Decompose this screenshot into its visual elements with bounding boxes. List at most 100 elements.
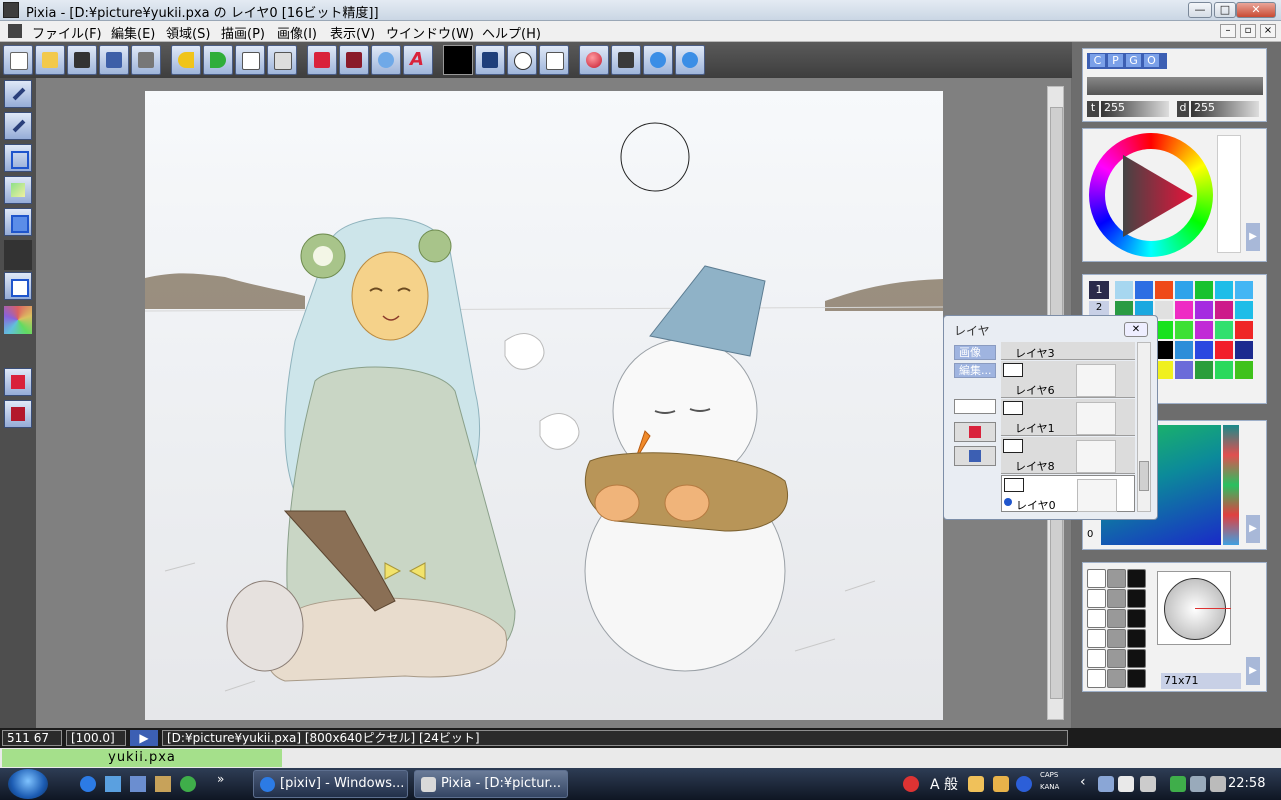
brush-shape-icon[interactable] xyxy=(1127,629,1146,648)
layer-image-button[interactable]: 画像 xyxy=(954,345,996,360)
color-swatch[interactable] xyxy=(1215,341,1233,359)
image-button[interactable] xyxy=(475,45,505,75)
brush-shape-icon[interactable] xyxy=(1107,609,1126,628)
task-pixia[interactable]: Pixia - [D:¥pictur... xyxy=(414,770,568,798)
menu-image[interactable]: 画像(I) xyxy=(277,23,317,42)
color-swatch[interactable] xyxy=(1155,281,1173,299)
menu-select[interactable]: 領域(S) xyxy=(166,23,210,42)
color-swatch[interactable] xyxy=(1175,301,1193,319)
color-swatch[interactable] xyxy=(1215,321,1233,339)
chat-icon[interactable] xyxy=(180,776,196,792)
ime-toolbox-icon[interactable] xyxy=(968,776,984,792)
tray-expand-icon[interactable]: ‹ xyxy=(1080,774,1086,790)
brush-tool-button[interactable] xyxy=(339,45,369,75)
app-icon[interactable] xyxy=(3,2,19,18)
battery-icon[interactable] xyxy=(1170,776,1186,792)
brush-shape-icon[interactable] xyxy=(1107,669,1126,688)
menu-window[interactable]: ウインドウ(W) xyxy=(386,23,474,42)
help-icon[interactable] xyxy=(1016,776,1032,792)
layer-row[interactable]: レイヤ6 xyxy=(1001,361,1135,398)
color-swatch[interactable] xyxy=(1235,361,1253,379)
tab-p[interactable]: P xyxy=(1108,54,1123,67)
color-swatch[interactable] xyxy=(1235,301,1253,319)
blur-tool[interactable] xyxy=(4,400,32,428)
layer-row[interactable]: レイヤ1 xyxy=(1001,399,1135,436)
minimize-button[interactable]: — xyxy=(1188,2,1212,18)
zoom-out-button[interactable] xyxy=(675,45,705,75)
gradient-strip[interactable] xyxy=(1223,425,1239,545)
wireless-icon[interactable] xyxy=(1190,776,1206,792)
layer-opacity-field[interactable] xyxy=(954,399,996,414)
fill-rect-tool[interactable] xyxy=(4,208,32,236)
palette-index-1[interactable]: 1 xyxy=(1089,281,1109,299)
undo-button[interactable] xyxy=(171,45,201,75)
visibility-icon[interactable] xyxy=(1004,478,1024,492)
layer-list-button[interactable] xyxy=(954,446,996,466)
color-swatch[interactable] xyxy=(1235,321,1253,339)
quicklaunch-more-icon[interactable]: » xyxy=(217,772,224,786)
document-icon[interactable] xyxy=(8,24,22,38)
brush-shape-icon[interactable] xyxy=(1127,569,1146,588)
color-swatch[interactable] xyxy=(1175,361,1193,379)
layer-dialog-close-button[interactable]: ✕ xyxy=(1124,322,1148,337)
color-swatch[interactable] xyxy=(1215,281,1233,299)
expand-arrow-icon[interactable]: ▶ xyxy=(1246,515,1260,543)
t-value-slider[interactable]: 255 xyxy=(1101,101,1169,117)
task-browser[interactable]: [pixiv] - Windows... xyxy=(253,770,408,798)
color-swatch[interactable] xyxy=(1175,281,1193,299)
brush-shape-icon[interactable] xyxy=(1087,569,1106,588)
color-mix-icon[interactable] xyxy=(4,306,32,334)
color-swatch[interactable] xyxy=(1135,281,1153,299)
brush-shape-icon[interactable] xyxy=(1107,629,1126,648)
color-swatch[interactable] xyxy=(1215,301,1233,319)
eraser-tool[interactable] xyxy=(4,368,32,396)
menu-help[interactable]: ヘルプ(H) xyxy=(482,23,541,42)
layer-scrollbar-thumb[interactable] xyxy=(1139,461,1149,491)
brush-shape-icon[interactable] xyxy=(1087,629,1106,648)
layer-delete-button[interactable] xyxy=(954,422,996,442)
expand-arrow-icon[interactable]: ▶ xyxy=(1246,223,1260,251)
layer-scrollbar[interactable] xyxy=(1137,342,1151,512)
start-button[interactable] xyxy=(8,769,48,799)
layer-row[interactable]: レイヤ3 xyxy=(1001,342,1135,360)
tab-c[interactable]: C xyxy=(1090,54,1105,67)
new-button[interactable] xyxy=(3,45,33,75)
mdi-restore-button[interactable]: ▫ xyxy=(1240,24,1256,38)
color-swatch[interactable] xyxy=(1235,281,1253,299)
color-swatch[interactable] xyxy=(1115,281,1133,299)
text-tool-button[interactable]: A xyxy=(403,45,433,75)
paste-button[interactable] xyxy=(267,45,297,75)
file-tab[interactable]: yukii.pxa xyxy=(2,749,282,767)
tray-app-icon[interactable] xyxy=(903,776,919,792)
mdi-close-button[interactable]: × xyxy=(1260,24,1276,38)
rect-select-tool[interactable] xyxy=(4,144,32,172)
color-swatch[interactable] xyxy=(1195,361,1213,379)
tab-g[interactable]: G xyxy=(1126,54,1141,67)
brush-shape-icon[interactable] xyxy=(1127,589,1146,608)
menu-view[interactable]: 表示(V) xyxy=(330,23,375,42)
color-swatch-icon[interactable] xyxy=(443,45,473,75)
brush-shape-icon[interactable] xyxy=(1087,669,1106,688)
brush-shape-icon[interactable] xyxy=(1107,649,1126,668)
pen-tool-button[interactable] xyxy=(307,45,337,75)
menu-file[interactable]: ファイル(F) xyxy=(32,23,102,42)
play-icon[interactable]: ▶ xyxy=(130,730,158,746)
transform-tool[interactable] xyxy=(4,272,32,300)
layer-edit-button[interactable]: 編集... xyxy=(954,363,996,378)
sv-triangle[interactable] xyxy=(1119,151,1195,241)
loupe-button[interactable] xyxy=(371,45,401,75)
mdi-minimize-button[interactable]: – xyxy=(1220,24,1236,38)
capture-button[interactable] xyxy=(67,45,97,75)
dropper-tool[interactable] xyxy=(4,112,32,140)
quicklaunch-icon[interactable] xyxy=(155,776,171,792)
brush-tool-row[interactable] xyxy=(1087,77,1263,95)
save-button[interactable] xyxy=(99,45,129,75)
layer-row-selected[interactable]: レイヤ0 xyxy=(1001,475,1135,512)
palette-index-2[interactable]: 2 xyxy=(1089,301,1109,315)
brush-shape-icon[interactable] xyxy=(1127,649,1146,668)
expand-arrow-icon[interactable]: ▶ xyxy=(1246,657,1260,685)
maximize-button[interactable]: □ xyxy=(1214,2,1236,18)
safely-remove-icon[interactable] xyxy=(1140,776,1156,792)
ime-indicator[interactable]: A 般 xyxy=(930,774,958,794)
visibility-icon[interactable] xyxy=(1003,363,1023,377)
